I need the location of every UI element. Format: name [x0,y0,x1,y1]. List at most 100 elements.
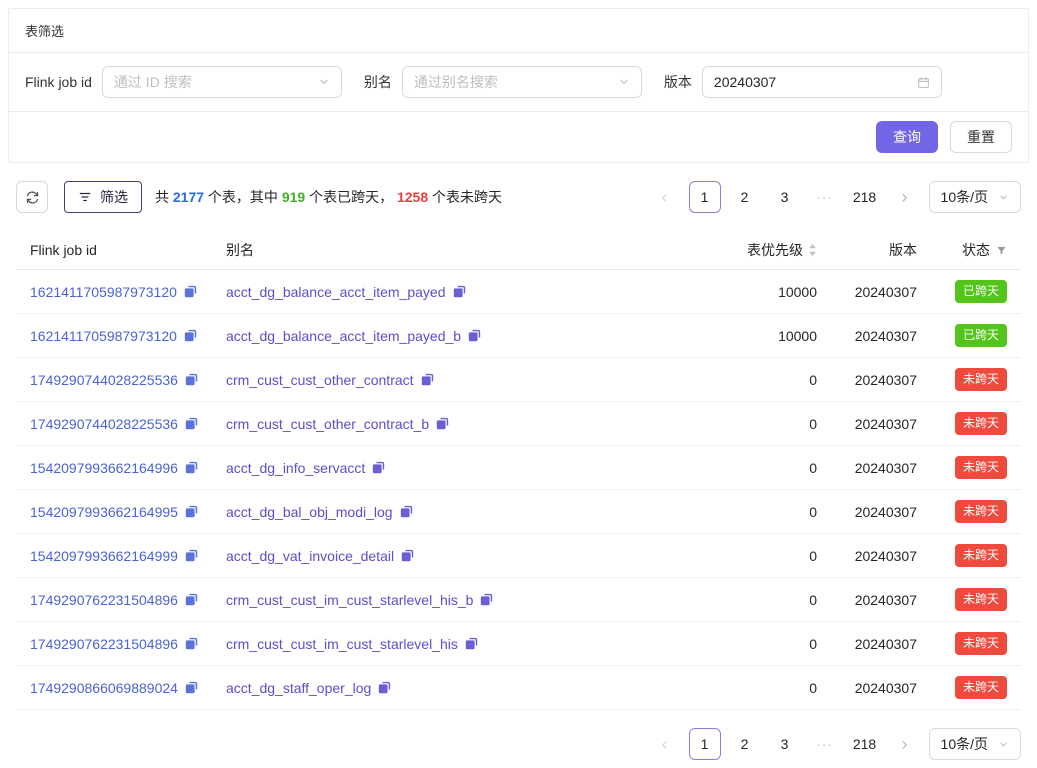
pagination-page-2[interactable]: 2 [729,181,761,213]
page-size-value: 10条/页 [941,187,988,207]
page-size-select[interactable]: 10条/页 [929,181,1021,213]
pagination-page-last[interactable]: 218 [849,728,881,760]
alias-link[interactable]: acct_dg_info_servacct [226,460,365,476]
pagination-ellipsis[interactable]: ··· [809,728,841,760]
alias-select[interactable]: 通过别名搜索 [402,66,642,98]
copy-icon[interactable] [468,329,481,342]
copy-icon[interactable] [421,373,434,386]
table-row: 1749290762231504896 crm_cust_cust_im_cus… [16,622,1021,666]
page-size-value: 10条/页 [941,734,988,754]
pagination-page-3[interactable]: 3 [769,728,801,760]
header-job-id: Flink job id [30,242,226,258]
alias-link[interactable]: crm_cust_cust_im_cust_starlevel_his_b [226,592,473,608]
flink-job-id-select[interactable]: 通过 ID 搜索 [102,66,342,98]
job-id-link[interactable]: 1749290762231504896 [30,636,178,652]
pagination-page-2[interactable]: 2 [729,728,761,760]
copy-icon[interactable] [185,549,198,562]
alias-link[interactable]: acct_dg_balance_acct_item_payed [226,284,446,300]
table-row: 1749290762231504896 crm_cust_cust_im_cus… [16,578,1021,622]
pagination-ellipsis[interactable]: ··· [809,181,841,213]
filter-fields-row: Flink job id 通过 ID 搜索 别名 通过别名搜索 [9,53,1028,112]
header-priority[interactable]: 表优先级 [697,240,817,260]
field-version: 版本 20240307 [664,66,942,98]
column-filter-icon[interactable] [996,245,1007,256]
copy-icon[interactable] [185,505,198,518]
copy-icon[interactable] [378,681,391,694]
alias-link[interactable]: acct_dg_vat_invoice_detail [226,548,394,564]
copy-icon[interactable] [185,461,198,474]
job-id-link[interactable]: 1542097993662164999 [30,548,178,564]
version-cell: 20240307 [817,636,917,652]
table-row: 1749290866069889024 acct_dg_staff_oper_l… [16,666,1021,710]
job-id-link[interactable]: 1621411705987973120 [30,284,177,300]
job-id-link[interactable]: 1749290744028225536 [30,372,178,388]
job-id-link[interactable]: 1542097993662164996 [30,460,178,476]
priority-cell: 0 [697,592,817,608]
copy-icon[interactable] [401,549,414,562]
flink-job-id-label: Flink job id [25,74,92,90]
results-table: Flink job id 别名 表优先级 版本 状态 1621411705987… [16,231,1021,710]
alias-link[interactable]: acct_dg_bal_obj_modi_log [226,504,393,520]
field-flink-job-id: Flink job id 通过 ID 搜索 [25,66,342,98]
version-cell: 20240307 [817,416,917,432]
copy-icon[interactable] [185,373,198,386]
status-badge: 未跨天 [955,632,1007,654]
table-row: 1621411705987973120 acct_dg_balance_acct… [16,314,1021,358]
flink-job-id-placeholder: 通过 ID 搜索 [114,72,192,92]
search-button[interactable]: 查询 [876,121,938,153]
priority-cell: 0 [697,372,817,388]
copy-icon[interactable] [453,285,466,298]
copy-icon[interactable] [185,681,198,694]
job-id-link[interactable]: 1621411705987973120 [30,328,177,344]
pagination-next[interactable]: › [889,728,921,760]
version-cell: 20240307 [817,284,917,300]
table-row: 1542097993662164996 acct_dg_info_servacc… [16,446,1021,490]
summary-uncrossed-count: 1258 [397,189,428,205]
page-size-select[interactable]: 10条/页 [929,728,1021,760]
header-alias-label: 别名 [226,240,254,260]
refresh-button[interactable] [16,181,48,213]
alias-link[interactable]: crm_cust_cust_other_contract_b [226,416,429,432]
pagination-next[interactable]: › [889,181,921,213]
status-badge: 已跨天 [955,324,1007,346]
pagination-prev[interactable]: ‹ [649,181,681,213]
copy-icon[interactable] [185,593,198,606]
job-id-link[interactable]: 1749290744028225536 [30,416,178,432]
pagination-page-last[interactable]: 218 [849,181,881,213]
copy-icon[interactable] [184,285,197,298]
alias-link[interactable]: acct_dg_staff_oper_log [226,680,371,696]
status-badge: 未跨天 [955,544,1007,566]
pagination-prev[interactable]: ‹ [649,728,681,760]
priority-cell: 0 [697,636,817,652]
status-badge: 未跨天 [955,456,1007,478]
version-date-input[interactable]: 20240307 [702,66,942,98]
chevron-down-icon [998,192,1009,203]
job-id-link[interactable]: 1542097993662164995 [30,504,178,520]
refresh-icon [25,190,40,205]
copy-icon[interactable] [372,461,385,474]
alias-link[interactable]: crm_cust_cust_im_cust_starlevel_his [226,636,458,652]
copy-icon[interactable] [185,637,198,650]
copy-icon[interactable] [480,593,493,606]
filter-toggle-button[interactable]: 筛选 [64,181,142,213]
copy-icon[interactable] [185,417,198,430]
summary-mid1: 个表，其中 [204,189,282,205]
copy-icon[interactable] [184,329,197,342]
copy-icon[interactable] [436,417,449,430]
alias-link[interactable]: acct_dg_balance_acct_item_payed_b [226,328,461,344]
calendar-icon [917,76,930,89]
reset-button[interactable]: 重置 [950,121,1012,153]
alias-link[interactable]: crm_cust_cust_other_contract [226,372,414,388]
header-alias: 别名 [226,240,697,260]
pagination-page-1[interactable]: 1 [689,728,721,760]
copy-icon[interactable] [400,505,413,518]
sort-icon[interactable] [808,243,817,257]
job-id-link[interactable]: 1749290762231504896 [30,592,178,608]
pagination-page-3[interactable]: 3 [769,181,801,213]
copy-icon[interactable] [465,637,478,650]
filter-lines-icon [78,190,92,204]
summary-prefix: 共 [155,189,173,205]
table-row: 1542097993662164999 acct_dg_vat_invoice_… [16,534,1021,578]
pagination-page-1[interactable]: 1 [689,181,721,213]
job-id-link[interactable]: 1749290866069889024 [30,680,178,696]
